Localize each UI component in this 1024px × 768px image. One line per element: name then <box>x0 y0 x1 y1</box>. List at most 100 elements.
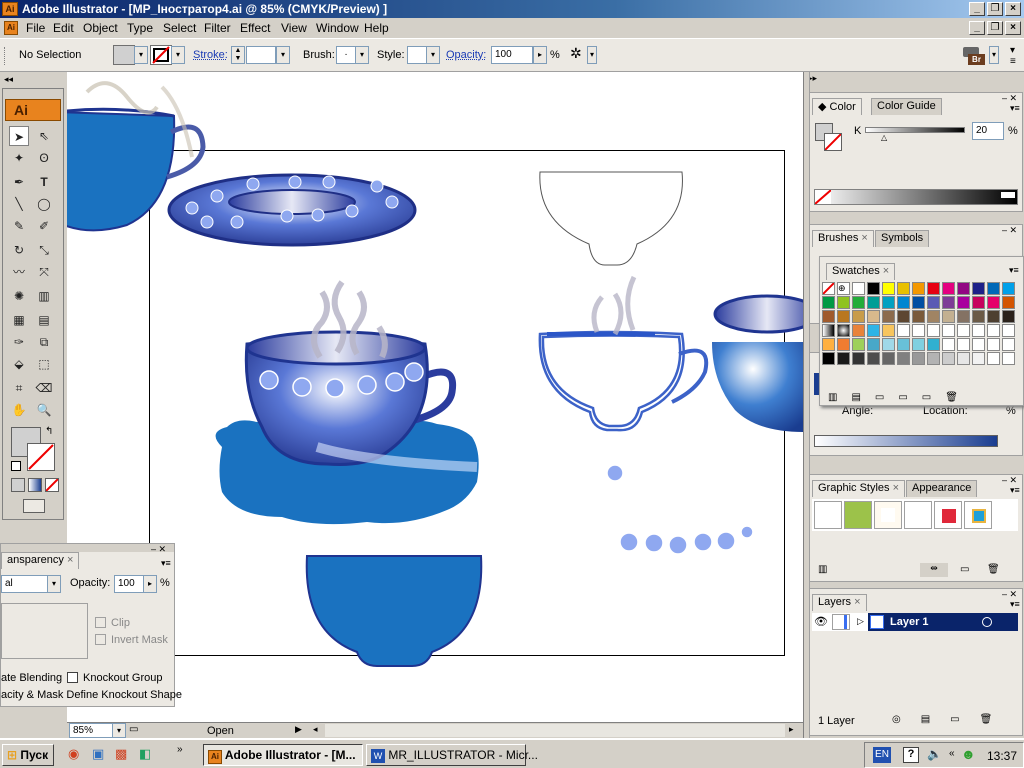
menu-filter[interactable]: Filter <box>204 21 231 35</box>
status-menu-arrow[interactable]: ▶ <box>295 724 302 735</box>
zoom-tool-icon[interactable]: 🔍 <box>34 400 54 420</box>
swatch-cell[interactable] <box>1002 310 1015 323</box>
bridge-button[interactable]: Br <box>963 45 987 65</box>
warp-tool-icon[interactable]: 〰 <box>9 262 29 282</box>
swatch-cell[interactable] <box>912 338 925 351</box>
swatch-cell[interactable] <box>822 310 835 323</box>
scroll-left-arrow[interactable]: ◂ <box>313 724 318 735</box>
swatch-cell[interactable] <box>897 324 910 337</box>
document-canvas[interactable] <box>67 72 803 722</box>
panel-menu-icon[interactable]: ▾≡ <box>1010 599 1020 610</box>
swatch-cell[interactable] <box>987 324 1000 337</box>
eye-icon[interactable]: 👁 <box>814 615 828 628</box>
swatch-cell[interactable] <box>957 282 970 295</box>
swatch-cell[interactable] <box>822 282 835 295</box>
swatch-cell[interactable]: ⊕ <box>837 282 850 295</box>
layer-row[interactable]: 👁 ▷ Layer 1 <box>812 613 1018 631</box>
swatch-cell[interactable] <box>972 352 985 365</box>
opacity-mask-label[interactable]: acity & Mask Define Knockout Shape <box>1 689 182 701</box>
g-app-icon[interactable]: ◧ <box>139 746 151 762</box>
swatch-cell[interactable] <box>882 338 895 351</box>
swatch-cell[interactable] <box>927 310 940 323</box>
mask-thumbnail[interactable] <box>1 603 88 659</box>
style-blue[interactable] <box>964 501 992 529</box>
swatch-cell[interactable] <box>897 296 910 309</box>
language-indicator[interactable]: EN <box>873 747 891 763</box>
gradient-tool-icon[interactable]: ▤ <box>34 310 54 330</box>
close-tab-icon[interactable]: × <box>67 554 73 566</box>
swatch-cell[interactable] <box>927 324 940 337</box>
swatch-cell[interactable] <box>1002 282 1015 295</box>
swatch-cell[interactable] <box>927 296 940 309</box>
swatch-cell[interactable] <box>942 296 955 309</box>
style-green[interactable] <box>844 501 872 529</box>
k-value-field[interactable]: 20 <box>972 122 1004 140</box>
tray-expand-icon[interactable]: « <box>949 748 955 759</box>
style-white[interactable] <box>904 501 932 529</box>
none-swatch[interactable] <box>814 189 832 205</box>
app-launcher-icon[interactable]: ▩ <box>115 746 127 762</box>
hand-tool-icon[interactable]: ✋ <box>9 400 29 420</box>
swatch-cell[interactable] <box>972 338 985 351</box>
swatch-cell[interactable] <box>837 338 850 351</box>
menu-select[interactable]: Select <box>163 21 196 35</box>
isolate-blending-label[interactable]: ate Blending <box>1 672 62 684</box>
blend-mode-select[interactable]: al <box>1 575 49 593</box>
swatch-cell[interactable] <box>972 296 985 309</box>
screen-mode-icon[interactable] <box>23 499 45 513</box>
swatch-cell[interactable] <box>882 310 895 323</box>
stroke-weight-dropdown[interactable]: ▾ <box>276 46 290 64</box>
swatch-cell[interactable] <box>897 310 910 323</box>
swatch-cell[interactable] <box>972 324 985 337</box>
stroke-dropdown[interactable]: ▾ <box>171 46 185 64</box>
swatch-cell[interactable] <box>927 282 940 295</box>
swatch-cell[interactable] <box>822 338 835 351</box>
swatch-cell[interactable] <box>882 282 895 295</box>
live-paint-selection-tool-icon[interactable]: ⬚ <box>34 354 54 374</box>
lasso-tool-icon[interactable]: ʘ <box>34 148 54 168</box>
swatch-cell[interactable] <box>942 282 955 295</box>
direct-selection-tool-icon[interactable]: ⇖ <box>34 126 54 146</box>
panel-menu-icon[interactable]: ▾≡ <box>1010 45 1016 67</box>
line-tool-icon[interactable]: ╲ <box>9 194 29 214</box>
zoom-field[interactable]: 85% <box>69 723 113 738</box>
swatch-cell[interactable] <box>852 296 865 309</box>
brush-dropdown[interactable]: ▾ <box>355 46 369 64</box>
swatch-cell[interactable] <box>897 352 910 365</box>
swatch-cell[interactable] <box>867 310 880 323</box>
expand-triangle-icon[interactable]: ▷ <box>857 616 864 627</box>
swatch-cell[interactable] <box>1002 324 1015 337</box>
stroke-label[interactable]: Stroke: <box>193 49 228 61</box>
swatch-cell[interactable] <box>987 338 1000 351</box>
swatch-cell[interactable] <box>822 324 835 337</box>
layer-footer-icons[interactable]: ◎▤▭🗑 <box>892 714 1012 725</box>
toolbox-collapse-bar[interactable]: ◂◂ <box>0 72 66 88</box>
swap-colors-icon[interactable]: ↰ <box>45 426 53 437</box>
menu-window[interactable]: Window <box>316 21 359 35</box>
bridge-dropdown[interactable]: ▾ <box>989 46 999 64</box>
paintbrush-tool-icon[interactable]: ✎ <box>9 216 29 236</box>
selection-tool-icon[interactable]: ➤ <box>9 126 29 146</box>
swatch-cell[interactable] <box>867 338 880 351</box>
swatch-cell[interactable] <box>942 352 955 365</box>
menu-view[interactable]: View <box>281 21 307 35</box>
swatch-cell[interactable] <box>972 310 985 323</box>
tab-color-guide[interactable]: Color Guide <box>871 98 942 115</box>
swatch-cell[interactable] <box>837 310 850 323</box>
k-slider[interactable] <box>865 127 965 133</box>
swatch-cell[interactable] <box>987 310 1000 323</box>
style-dropdown[interactable]: ▾ <box>426 46 440 64</box>
swatch-cell[interactable] <box>1002 352 1015 365</box>
doc-restore-button[interactable]: ❐ <box>987 21 1003 35</box>
graph-tool-icon[interactable]: ▥ <box>34 286 54 306</box>
style-default[interactable] <box>814 501 842 529</box>
swatch-cell[interactable] <box>882 296 895 309</box>
mesh-tool-icon[interactable]: ▦ <box>9 310 29 330</box>
stroke-weight-field[interactable] <box>246 46 276 64</box>
swatch-cell[interactable] <box>837 352 850 365</box>
doc-close-button[interactable]: × <box>1005 21 1021 35</box>
tab-graphic-styles[interactable]: Graphic Styles × <box>812 480 906 497</box>
stroke-swatch[interactable] <box>150 45 172 65</box>
swatch-cell[interactable] <box>912 296 925 309</box>
menu-effect[interactable]: Effect <box>240 21 270 35</box>
